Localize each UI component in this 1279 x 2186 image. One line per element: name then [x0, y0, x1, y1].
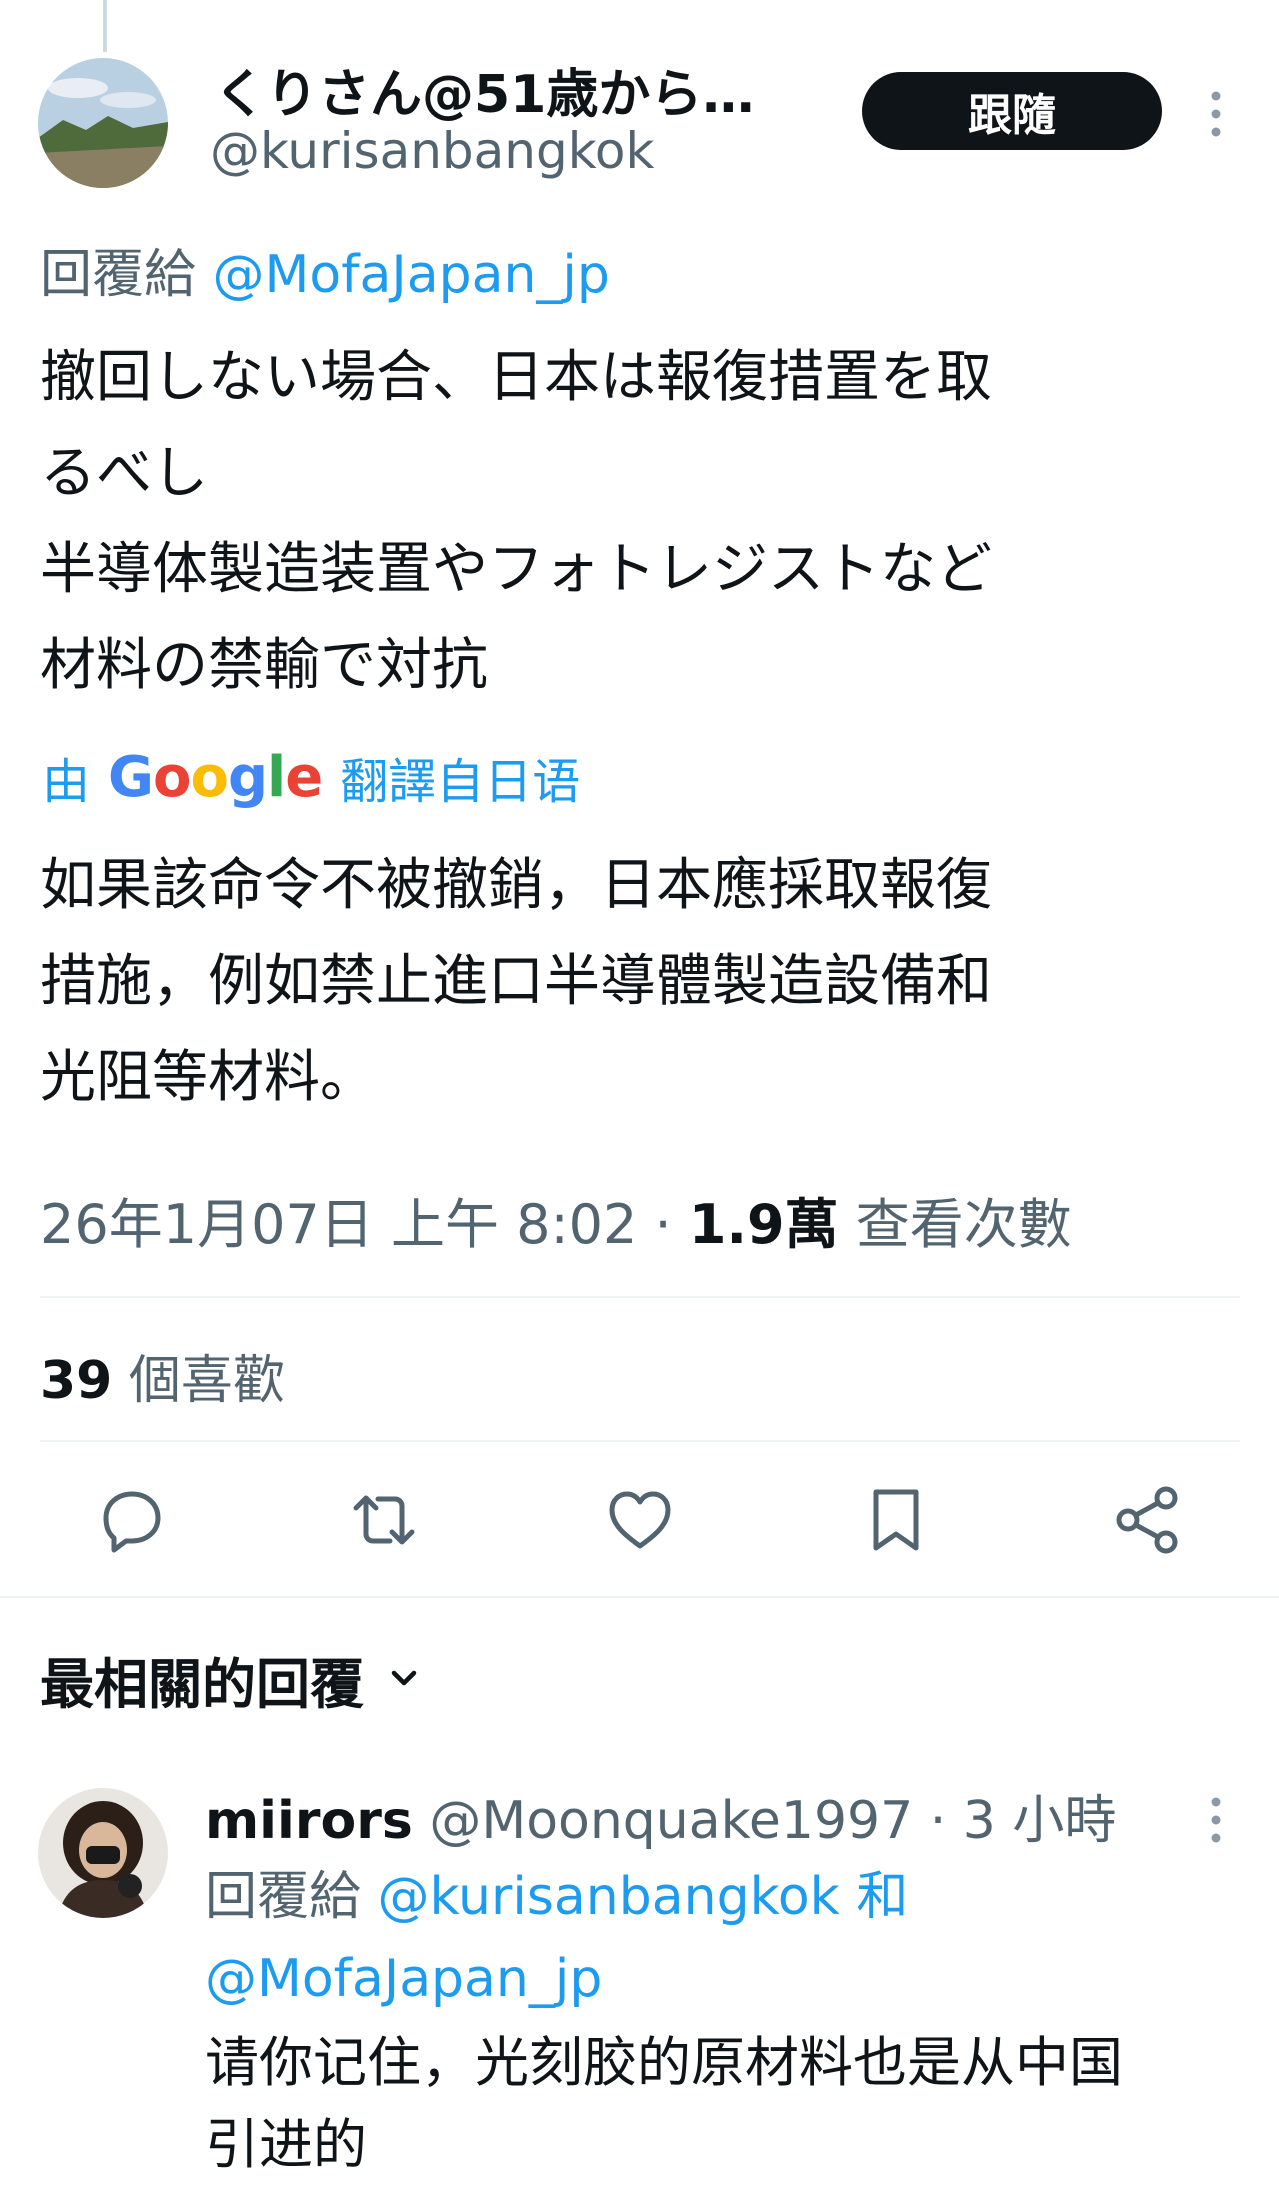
reply-separator: · [929, 1791, 947, 1851]
likes-label: 個喜歡 [128, 1351, 285, 1411]
reply-icon[interactable] [92, 1480, 172, 1560]
section-divider [0, 1596, 1279, 1598]
relevant-replies-label: 最相關的回覆 [40, 1653, 364, 1716]
translated-text: 如果該命令不被撤銷，日本應採取報復 措施，例如禁止進口半導體製造設備和 光阻等材… [40, 853, 992, 1110]
more-options-icon[interactable] [1198, 84, 1234, 144]
bookmark-icon[interactable] [856, 1480, 936, 1560]
reply-to-line: 回覆給 @MofaJapan_jp [40, 232, 610, 307]
tweet-meta: 26年1月07日 上午 8:02 · 1.9萬 查看次數 [40, 1180, 1072, 1259]
follow-button[interactable]: 跟隨 [862, 72, 1162, 150]
chevron-down-icon [384, 1648, 424, 1711]
reply-to-prefix: 回覆給 [40, 245, 197, 305]
reply-reply-to-line: 回覆給 @kurisanbangkok 和 @MofaJapan_jp [205, 1856, 1245, 2020]
divider [40, 1440, 1240, 1442]
reply-author-avatar[interactable] [38, 1788, 168, 1918]
thread-connector-line [103, 0, 107, 52]
translation-attribution[interactable]: 由 Google 翻譯自日语 [42, 742, 580, 812]
divider [40, 1296, 1240, 1298]
likes-summary[interactable]: 39 個喜歡 [40, 1338, 285, 1413]
reply-author-handle[interactable]: @Moonquake1997 [429, 1791, 913, 1851]
author-name[interactable]: くりさん@51歳から… [214, 52, 754, 127]
translation-source: 翻譯自日语 [340, 754, 581, 810]
relevant-replies-dropdown[interactable]: 最相關的回覆 [40, 1640, 424, 1719]
reply-to-prefix: 回覆給 [205, 1867, 362, 1927]
reply-text: 请你记住，光刻胶的原材料也是从中国 引进的 [205, 2031, 1123, 2176]
views-count: 1.9萬 [688, 1193, 839, 1256]
likes-count: 39 [40, 1351, 113, 1411]
share-icon[interactable] [1108, 1480, 1188, 1560]
reply-author-name[interactable]: miirors [205, 1791, 413, 1851]
author-avatar[interactable] [38, 58, 168, 188]
more-options-icon[interactable] [1198, 1790, 1234, 1850]
reply-to-handle-link[interactable]: @MofaJapan_jp [205, 1949, 602, 2009]
like-icon[interactable] [600, 1480, 680, 1560]
reply-to-and: 和 [856, 1867, 909, 1927]
meta-separator: · [654, 1193, 672, 1256]
translation-by: 由 [42, 754, 91, 810]
reply-header: miirors @Moonquake1997 · 3 小時 [205, 1778, 1116, 1853]
retweet-icon[interactable] [344, 1480, 424, 1560]
timestamp[interactable]: 26年1月07日 上午 8:02 [40, 1193, 637, 1256]
reply-time[interactable]: 3 小時 [963, 1791, 1117, 1851]
views-label: 查看次數 [855, 1193, 1072, 1256]
reply-to-handle-link[interactable]: @MofaJapan_jp [213, 245, 610, 305]
author-handle[interactable]: @kurisanbangkok [210, 122, 654, 180]
tweet-text: 撤回しない場合、日本は報復措置を取 るべし 半導体製造装置やフォトレジストなど … [40, 345, 992, 698]
google-logo: Google [108, 744, 323, 810]
reply-to-handle-link[interactable]: @kurisanbangkok [378, 1867, 840, 1927]
